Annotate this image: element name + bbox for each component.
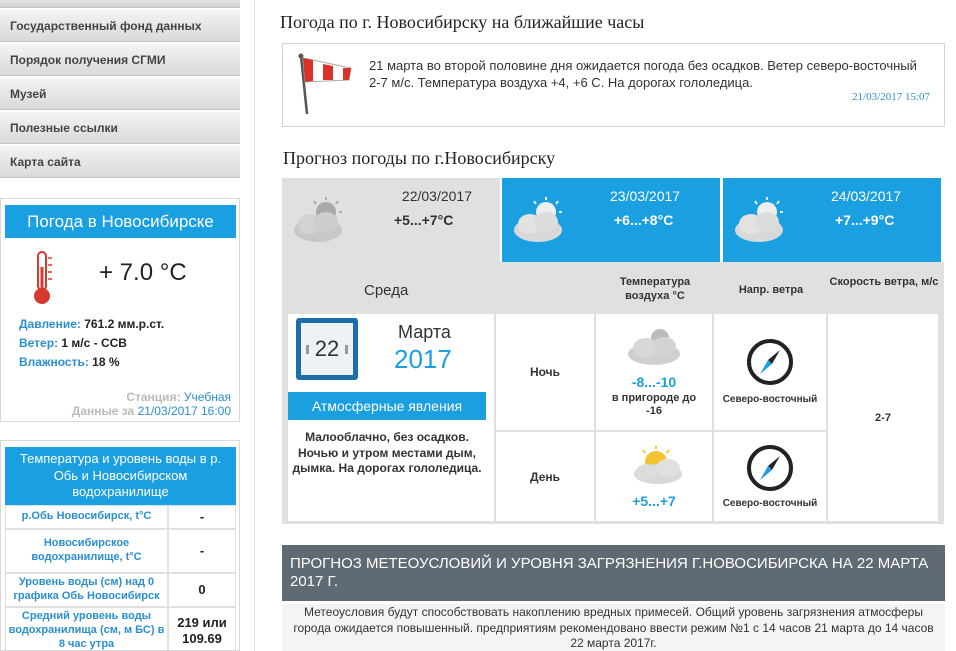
night-wind-direction-cell: Северо-восточный: [714, 314, 826, 430]
day-tab-date: 22/03/2017: [401, 188, 472, 204]
pressure-label: Давление:: [19, 317, 81, 331]
column-divider: [254, 0, 255, 651]
pollution-forecast-title: ПРОГНОЗ МЕТЕОУСЛОВИЙ И УРОВНЯ ЗАГРЯЗНЕНИ…: [282, 545, 945, 601]
forecast-title: Прогноз погоды по г.Новосибирску: [283, 148, 556, 168]
pollution-forecast-text: Метеоусловия будут способствовать накопл…: [282, 604, 945, 651]
current-temperature: + 7.0 °С: [99, 259, 187, 286]
sidebar-item-gosfond[interactable]: Государственный фонд данных: [0, 10, 240, 42]
sidebar-item-sitemap[interactable]: Карта сайта: [0, 146, 240, 178]
calendar-ring: [345, 345, 348, 354]
water-level-title: Температура и уровень воды в р. Обь и Но…: [5, 447, 236, 505]
station-label: Станция:: [126, 390, 181, 404]
night-suburb-note: в пригороде до -16: [611, 392, 697, 418]
hourly-alert-box: 21 марта во второй половине дня ожидаетс…: [282, 43, 945, 127]
day-wind-direction-cell: Северо-восточный: [714, 432, 826, 521]
day-tab-temp: +5...+7°C: [394, 212, 454, 228]
data-time-value: 21/03/2017 16:00: [137, 404, 231, 418]
water-row-label: р.Обь Новосибирск, t°С: [5, 505, 168, 529]
water-row: Средний уровень воды водохранилища (см, …: [5, 607, 236, 650]
night-temperature: -8...-10: [631, 374, 677, 390]
thermometer-icon: [34, 251, 52, 304]
windsock-icon: [298, 53, 352, 115]
station-line: Станция: Учебная: [126, 390, 231, 404]
day-tab-2[interactable]: 23/03/2017 +6...+8°C: [502, 178, 720, 262]
humidity-line: Влажность: 18 %: [19, 355, 120, 369]
current-weather-title[interactable]: Погода в Новосибирске: [5, 205, 236, 238]
sidebar-item-museum[interactable]: Музей: [0, 78, 240, 110]
night-cloudy-icon: [628, 329, 680, 365]
sidebar: Государственный фонд данных Порядок полу…: [0, 0, 240, 651]
col-head-temperature: Температура воздуха °С: [619, 276, 691, 302]
wind-label: Ветер:: [19, 336, 59, 350]
compass-icon: [747, 339, 793, 385]
water-row-value: -: [168, 529, 236, 573]
calendar-icon: 22: [296, 318, 358, 380]
day-label: День: [496, 432, 594, 521]
sidebar-menu: Государственный фонд данных Порядок полу…: [0, 10, 240, 180]
hourly-alert-time: 21/03/2017 15:07: [852, 91, 930, 103]
col-head-wind-direction: Напр. ветра: [738, 284, 804, 296]
phenomena-button[interactable]: Атмосферные явления: [288, 392, 486, 420]
night-label: Ночь: [496, 314, 594, 430]
month-label: Марта: [398, 322, 451, 342]
humidity-value: 18 %: [92, 355, 120, 369]
day-tab-3[interactable]: 24/03/2017 +7...+9°C: [723, 178, 941, 262]
wind-speed-value: 2-7: [828, 314, 938, 521]
calendar-ring: [306, 345, 309, 354]
night-wind-direction: Северо-восточный: [722, 394, 818, 405]
current-weather-widget: Погода в Новосибирске + 7.0 °С Давление:…: [0, 198, 240, 422]
col-head-wind-speed: Скорость ветра, м/с: [829, 276, 939, 288]
day-detail-panel: Среда Температура воздуха °С Напр. ветра…: [282, 262, 944, 524]
day-temperature: +5...+7: [632, 493, 676, 509]
wind-line: Ветер: 1 м/с - ССВ: [19, 336, 127, 350]
partly-cloudy-icon: [735, 197, 783, 242]
sidebar-item-links[interactable]: Полезные ссылки: [0, 112, 240, 144]
pressure-value: 761.2 мм.р.ст.: [84, 317, 165, 331]
water-row-label: Новосибирское водохранилище, t°С: [5, 529, 168, 573]
water-row: Уровень воды (см) над 0 графика Обь Ново…: [5, 573, 236, 607]
sidebar-menu-top-edge: [0, 0, 240, 8]
water-row-value: 0: [168, 573, 236, 607]
pressure-line: Давление: 761.2 мм.р.ст.: [19, 317, 164, 331]
station-value: Учебная: [183, 390, 231, 404]
phenomena-text: Малооблачно, без осадков. Ночью и утром …: [292, 430, 482, 476]
day-partly-sunny-icon: [634, 446, 682, 484]
day-temperature-cell: +5...+7: [596, 432, 712, 521]
day-tab-date: 23/03/2017: [610, 188, 681, 204]
day-tab-temp: +6...+8°C: [614, 212, 674, 228]
water-level-widget: Температура и уровень воды в р. Обь и Но…: [0, 440, 240, 651]
partly-cloudy-icon: [514, 197, 562, 242]
sidebar-item-sgmi[interactable]: Порядок получения СГМИ: [0, 44, 240, 76]
humidity-label: Влажность:: [19, 355, 89, 369]
compass-icon: [747, 445, 793, 491]
water-row: Новосибирское водохранилище, t°С -: [5, 529, 236, 573]
day-tab-1[interactable]: 22/03/2017 +5...+7°C: [282, 178, 500, 262]
water-row-label: Уровень воды (см) над 0 графика Обь Ново…: [5, 573, 168, 607]
day-tab-temp: +7...+9°C: [835, 212, 895, 228]
water-row-label: Средний уровень воды водохранилища (см, …: [5, 607, 168, 650]
data-time-line: Данные за 21/03/2017 16:00: [72, 404, 231, 418]
water-row-value: 219 или 109.69: [168, 607, 236, 650]
partly-cloudy-icon: [294, 197, 342, 242]
data-time-label: Данные за: [71, 404, 135, 418]
night-temperature-cell: -8...-10 в пригороде до -16: [596, 314, 712, 430]
day-wind-direction: Северо-восточный: [722, 498, 818, 509]
water-row-value: -: [168, 505, 236, 529]
hourly-alert-text: 21 марта во второй половине дня ожидаетс…: [369, 58, 917, 90]
day-tab-date: 24/03/2017: [831, 188, 902, 204]
year-label: 2017: [394, 344, 452, 374]
wind-value: 1 м/с - ССВ: [61, 336, 127, 350]
weekday-label: Среда: [364, 282, 409, 299]
hourly-weather-title: Погода по г. Новосибирску на ближайшие ч…: [280, 12, 645, 32]
date-cell: 22 Марта 2017 Атмосферные явления Малооб…: [288, 314, 494, 521]
water-row: р.Обь Новосибирск, t°С -: [5, 505, 236, 529]
